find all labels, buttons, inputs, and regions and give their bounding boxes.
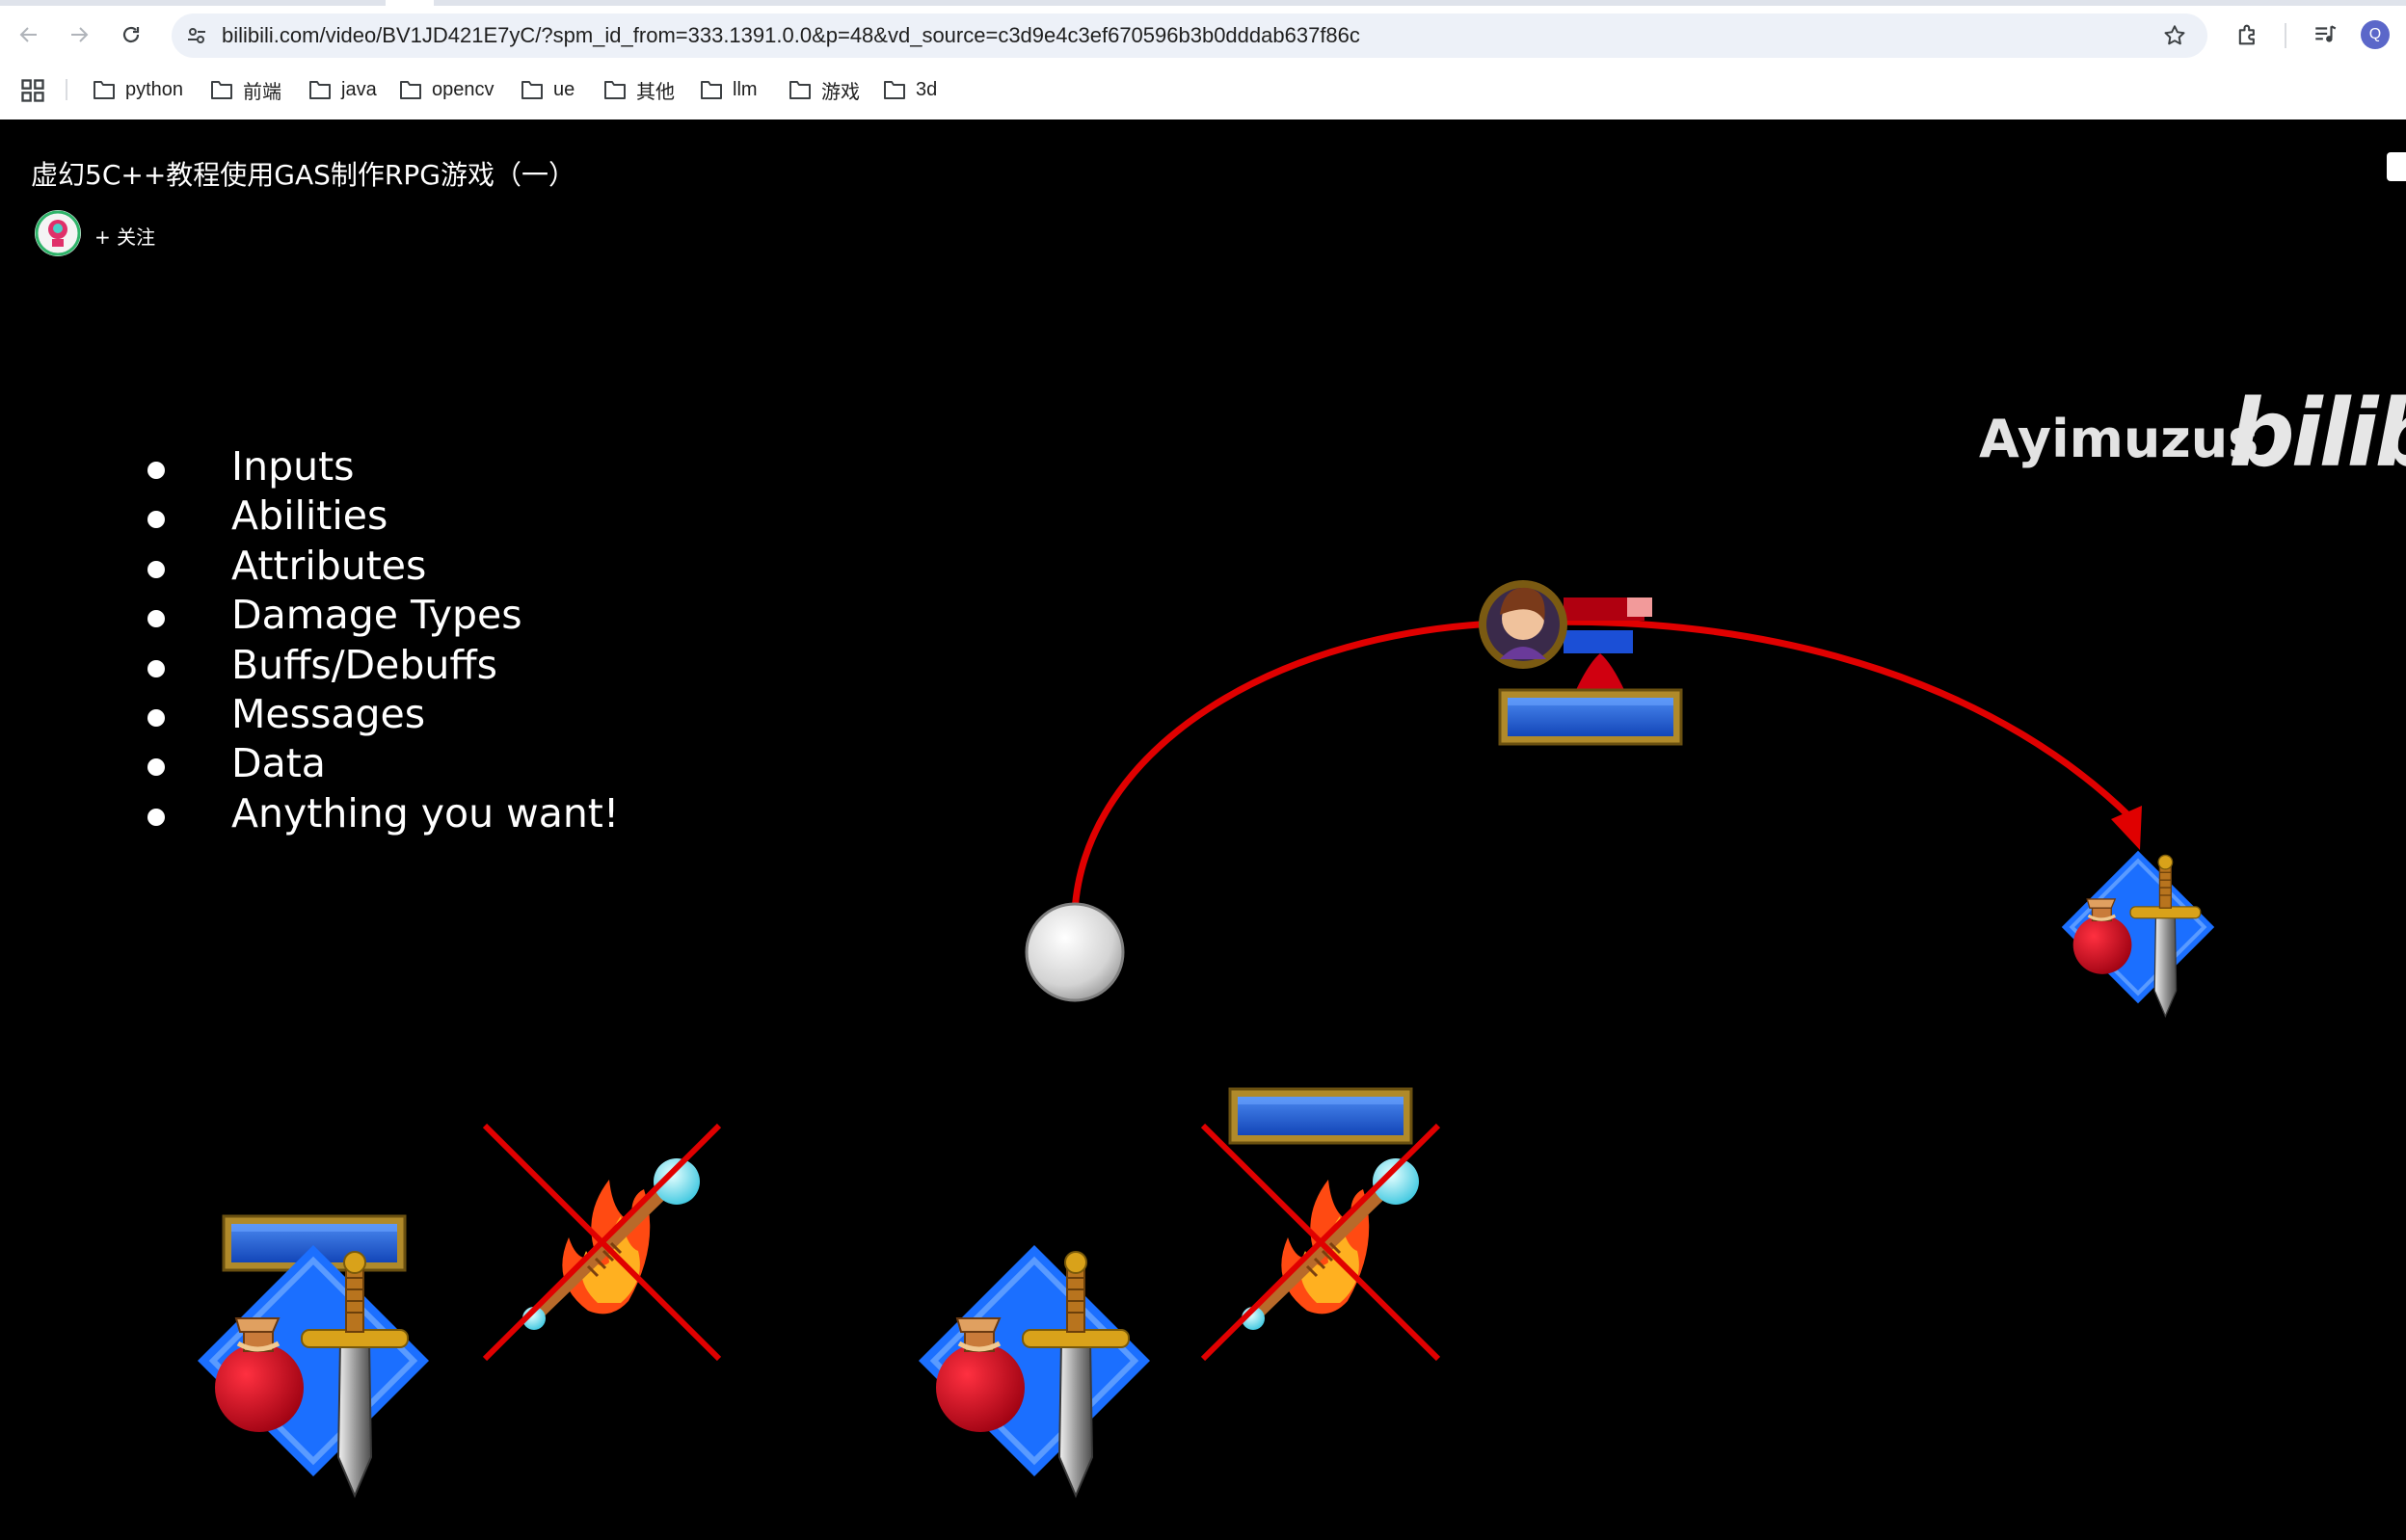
reload-icon	[122, 26, 140, 43]
folder-icon	[211, 81, 232, 99]
bookmark-folder[interactable]: llm	[700, 75, 758, 104]
bookmark-folder[interactable]: 游戏	[789, 75, 860, 104]
inventory-kit-middle-icon	[919, 1245, 1150, 1496]
bookmark-folder[interactable]: java	[308, 75, 377, 104]
bookmark-folder[interactable]: 其他	[603, 75, 675, 104]
media-icon	[2315, 25, 2337, 42]
back-icon	[19, 27, 37, 42]
folder-icon	[604, 81, 626, 99]
reload-button[interactable]	[112, 15, 150, 54]
bookmark-label: 3d	[916, 78, 938, 100]
forward-icon	[71, 27, 89, 42]
active-tab-fragment[interactable]	[386, 0, 434, 6]
character-portrait-icon	[1479, 580, 1652, 692]
fire-staff-right-icon	[1242, 1158, 1419, 1330]
bookmark-folder[interactable]: opencv	[399, 75, 495, 104]
folder-icon	[400, 81, 421, 99]
bookmark-label: ue	[553, 78, 575, 100]
forward-button[interactable]	[60, 15, 98, 54]
bookmark-label: 游戏	[821, 81, 860, 103]
star-icon	[2164, 25, 2185, 45]
inventory-kit-left-icon	[198, 1245, 429, 1496]
bookmark-folder[interactable]: python	[93, 75, 183, 104]
tab-strip	[0, 0, 2406, 6]
bookmark-folder[interactable]: 前端	[210, 75, 281, 104]
cross-out-left	[482, 1123, 722, 1362]
cross-out-right	[1200, 1123, 1441, 1362]
browser-chrome: bilibili.com/video/BV1JD421E7yC/?spm_id_…	[0, 0, 2406, 119]
target-kit-icon	[2059, 848, 2217, 1019]
folder-icon	[884, 81, 905, 99]
bookmark-folder[interactable]: ue	[521, 75, 575, 104]
bookmark-label: llm	[733, 78, 758, 100]
folder-icon	[789, 81, 811, 99]
folder-icon	[701, 81, 722, 99]
extensions-button[interactable]	[2229, 15, 2267, 54]
effect-bar-top	[1498, 688, 1683, 746]
folder-icon	[521, 81, 543, 99]
extensions-icon	[2238, 24, 2255, 45]
bookmarks-divider	[66, 79, 67, 100]
apps-grid-icon[interactable]	[19, 77, 46, 104]
effect-bar-right	[1228, 1087, 1413, 1145]
site-info-icon	[188, 28, 205, 43]
address-bar[interactable]: bilibili.com/video/BV1JD421E7yC/?spm_id_…	[172, 13, 2207, 58]
toolbar-divider	[2285, 23, 2286, 48]
bookmark-label: java	[341, 78, 377, 100]
folder-icon	[309, 81, 331, 99]
profile-avatar[interactable]: Q	[2361, 20, 2390, 49]
bookmarks-bar: python 前端 java opencv ue 其他 llm 游戏 3d	[0, 69, 2406, 108]
fire-staff-left-icon	[522, 1158, 700, 1330]
media-controls-button[interactable]	[2306, 15, 2344, 54]
bookmark-label: 其他	[636, 81, 675, 103]
source-sphere	[1025, 902, 1125, 1002]
bookmark-star-button[interactable]	[2159, 20, 2190, 51]
url-text[interactable]: bilibili.com/video/BV1JD421E7yC/?spm_id_…	[222, 13, 1360, 58]
slide-illustration	[0, 580, 2217, 1540]
back-button[interactable]	[10, 15, 48, 54]
bookmark-label: python	[125, 78, 184, 100]
bookmark-label: 前端	[243, 81, 281, 103]
site-info-button[interactable]	[181, 20, 212, 51]
folder-icon	[94, 81, 115, 99]
bookmark-folder[interactable]: 3d	[883, 75, 937, 104]
bookmark-label: opencv	[432, 78, 495, 100]
video-player[interactable]: 虚幻5C++教程使用GAS制作RPG游戏（一） + 关注 Ayimuzus bi…	[0, 119, 2406, 1540]
